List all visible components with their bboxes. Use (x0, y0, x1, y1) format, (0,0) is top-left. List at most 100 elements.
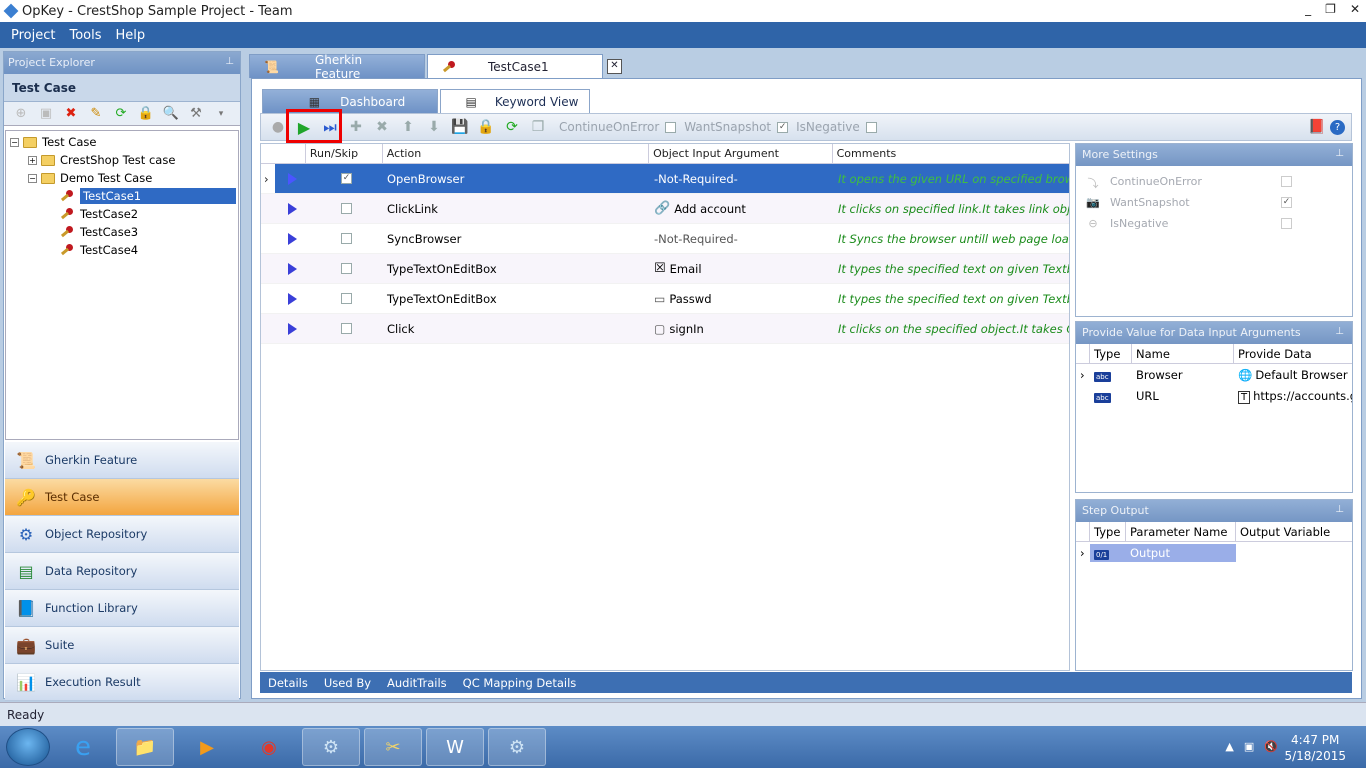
action-cell[interactable]: TypeTextOnEditBox (383, 284, 650, 313)
column-run-skip[interactable]: Run/Skip (306, 144, 383, 163)
output-variable-cell[interactable] (1236, 551, 1350, 555)
nav-object-repository[interactable]: ⚙ Object Repository (5, 516, 239, 553)
move-up-icon[interactable]: ⬆ (395, 116, 421, 138)
run-skip-cell[interactable]: ✓ (306, 164, 383, 193)
run-step-icon[interactable] (275, 224, 306, 253)
help-icon[interactable]: ? (1330, 119, 1345, 135)
pin-icon[interactable]: ⊥ (1335, 148, 1344, 159)
nav-data-repository[interactable]: ▤ Data Repository (5, 553, 239, 590)
table-row[interactable]: › 0/1 Output (1076, 542, 1352, 563)
search-icon[interactable]: 🔍 (162, 106, 180, 122)
delete-step-icon[interactable]: ✖ (369, 116, 395, 138)
word-icon[interactable]: W (426, 728, 484, 766)
nav-function-library[interactable]: 📘 Function Library (5, 590, 239, 627)
column-comments[interactable]: Comments (833, 144, 1069, 163)
run-checkbox[interactable] (341, 293, 352, 304)
run-step-icon[interactable] (275, 314, 306, 343)
refresh-icon[interactable]: ⟳ (499, 116, 525, 138)
save-icon[interactable]: 💾 (447, 116, 473, 138)
comment-cell[interactable]: It clicks on the specified object.It tak… (834, 314, 1069, 343)
object-cell[interactable]: ☒ Email (650, 254, 834, 283)
tab-used-by[interactable]: Used By (324, 676, 371, 690)
setting-checkbox[interactable] (1281, 176, 1292, 187)
new-icon[interactable]: ⊕ (12, 106, 30, 122)
comment-cell[interactable]: It types the specified text on given Tex… (834, 284, 1069, 313)
tree-node-testcase1[interactable]: TestCase1 (60, 187, 236, 205)
menu-help[interactable]: Help (116, 28, 146, 43)
new-folder-icon[interactable]: ▣ (37, 106, 55, 122)
close-window-button[interactable]: ✕ (1350, 2, 1360, 16)
run-skip-cell[interactable] (306, 224, 383, 253)
setting-checkbox[interactable]: ✓ (1281, 197, 1292, 208)
volume-icon[interactable]: 🔇 (1264, 740, 1278, 753)
table-row[interactable]: TypeTextOnEditBox ☒ Email It types the sp… (261, 254, 1069, 284)
report-icon[interactable]: 📕 (1304, 116, 1330, 138)
add-step-icon[interactable]: ✚ (343, 116, 369, 138)
run-step-icon[interactable] (275, 164, 306, 193)
want-snapshot-checkbox[interactable]: ✓ (777, 121, 789, 133)
tree-node-root[interactable]: − Test Case (10, 133, 96, 151)
nav-gherkin-feature[interactable]: 📜 Gherkin Feature (5, 442, 239, 479)
collapse-icon[interactable]: − (10, 137, 19, 147)
copy-icon[interactable]: ❐ (525, 116, 551, 138)
rename-icon[interactable]: ✎ (87, 106, 105, 122)
action-cell[interactable]: ClickLink (383, 194, 650, 223)
setting-checkbox[interactable] (1281, 218, 1292, 229)
run-step-icon[interactable] (275, 284, 306, 313)
comment-cell[interactable]: It types the specified text on given Tex… (834, 254, 1069, 283)
continue-on-error-checkbox[interactable] (665, 121, 677, 133)
run-step-icon[interactable] (275, 194, 306, 223)
pin-icon[interactable]: ⊥ (1335, 504, 1344, 515)
network-icon[interactable]: ▣ (1244, 740, 1254, 753)
object-cell[interactable]: -Not-Required- (650, 224, 834, 253)
maximize-button[interactable]: ❐ (1325, 2, 1336, 16)
tab-audit-trails[interactable]: AuditTrails (387, 676, 447, 690)
object-cell[interactable]: -Not-Required- (650, 164, 834, 193)
chrome-icon[interactable]: ◉ (240, 728, 298, 766)
lock-icon[interactable]: 🔒 (473, 116, 499, 138)
delete-icon[interactable]: ✖ (62, 106, 80, 122)
expand-icon[interactable]: + (28, 155, 37, 165)
tab-testcase1[interactable]: TestCase1 ✕ (427, 54, 622, 78)
pin-icon[interactable]: ⊥ (1335, 326, 1344, 337)
move-down-icon[interactable]: ⬇ (421, 116, 447, 138)
action-cell[interactable]: SyncBrowser (383, 224, 650, 253)
tree-node-crestshop[interactable]: + CrestShop Test case (28, 151, 175, 169)
ie-icon[interactable]: e (54, 728, 112, 766)
run-checkbox[interactable] (341, 263, 352, 274)
run-checkbox[interactable] (341, 323, 352, 334)
close-tab-icon[interactable]: ✕ (607, 59, 622, 74)
run-skip-cell[interactable] (306, 314, 383, 343)
tree-node-testcase3[interactable]: TestCase3 (60, 223, 138, 241)
start-button[interactable] (6, 728, 50, 766)
comment-cell[interactable]: It opens the given URL on specified brow… (834, 164, 1069, 193)
media-player-icon[interactable]: ▶ (178, 728, 236, 766)
toolbar-dropdown-icon[interactable]: ▾ (212, 106, 230, 122)
action-cell[interactable]: Click (383, 314, 650, 343)
nav-execution-result[interactable]: 📊 Execution Result (5, 664, 239, 701)
nav-suite[interactable]: 💼 Suite (5, 627, 239, 664)
nav-test-case[interactable]: 🔑 Test Case (5, 479, 239, 516)
action-cell[interactable]: TypeTextOnEditBox (383, 254, 650, 283)
object-cell[interactable]: ▭ Passwd (650, 284, 834, 313)
run-checkbox[interactable] (341, 233, 352, 244)
table-row[interactable]: abc URL Thttps://accounts.go (1076, 385, 1352, 406)
column-action[interactable]: Action (383, 144, 650, 163)
run-checkbox[interactable]: ✓ (341, 173, 352, 184)
column-object-input[interactable]: Object Input Argument (649, 144, 833, 163)
run-skip-cell[interactable] (306, 284, 383, 313)
lock-icon[interactable]: 🔒 (137, 106, 155, 122)
opkey-icon[interactable]: ⚙ (302, 728, 360, 766)
provide-data-cell[interactable]: Thttps://accounts.go (1234, 387, 1352, 405)
action-cell[interactable]: OpenBrowser (383, 164, 650, 193)
tab-qc-mapping[interactable]: QC Mapping Details (463, 676, 577, 690)
tools-icon[interactable]: ⚒ (187, 106, 205, 122)
table-row[interactable]: Click ▢ signIn It clicks on the specified… (261, 314, 1069, 344)
run-skip-cell[interactable] (306, 194, 383, 223)
provide-data-cell[interactable]: 🌐 Default Browser (1234, 366, 1352, 384)
run-skip-cell[interactable] (306, 254, 383, 283)
is-negative-checkbox[interactable] (865, 121, 877, 133)
run-step-icon[interactable] (275, 254, 306, 283)
tools-app-icon[interactable]: ✂ (364, 728, 422, 766)
refresh-icon[interactable]: ⟳ (112, 106, 130, 122)
